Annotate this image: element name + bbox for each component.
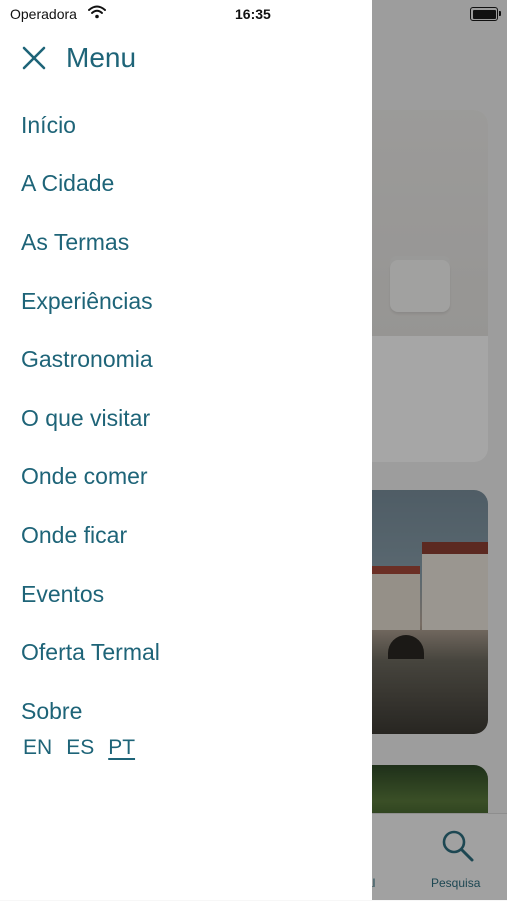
menu-item-onde-comer[interactable]: Onde comer [21,448,351,507]
menu-item-sobre[interactable]: Sobre [21,682,351,741]
language-option-es[interactable]: ES [66,736,94,760]
language-switcher: EN ES PT [23,736,135,760]
close-button[interactable] [20,44,48,72]
status-bar: Operadora 16:35 [0,0,507,30]
clock-time: 16:35 [235,6,271,22]
wifi-icon [88,5,106,19]
close-icon [22,46,46,70]
menu-item-as-termas[interactable]: As Termas [21,213,351,272]
menu-item-inicio[interactable]: Início [21,96,351,155]
menu-item-onde-ficar[interactable]: Onde ficar [21,506,351,565]
menu-item-a-cidade[interactable]: A Cidade [21,155,351,214]
carrier-name: Operadora [10,6,77,22]
menu-nav: Início A Cidade As Termas Experiências G… [21,96,351,741]
language-option-pt[interactable]: PT [108,736,135,760]
language-option-en[interactable]: EN [23,736,52,760]
menu-item-eventos[interactable]: Eventos [21,565,351,624]
battery-icon [470,7,501,21]
menu-item-experiencias[interactable]: Experiências [21,272,351,331]
menu-item-gastronomia[interactable]: Gastronomia [21,330,351,389]
menu-item-o-que-visitar[interactable]: O que visitar [21,389,351,448]
menu-item-oferta-termal[interactable]: Oferta Termal [21,623,351,682]
menu-header: Menu [20,38,136,78]
menu-title: Menu [66,42,137,73]
side-menu-drawer: Menu Início A Cidade As Termas Experiênc… [0,0,372,900]
